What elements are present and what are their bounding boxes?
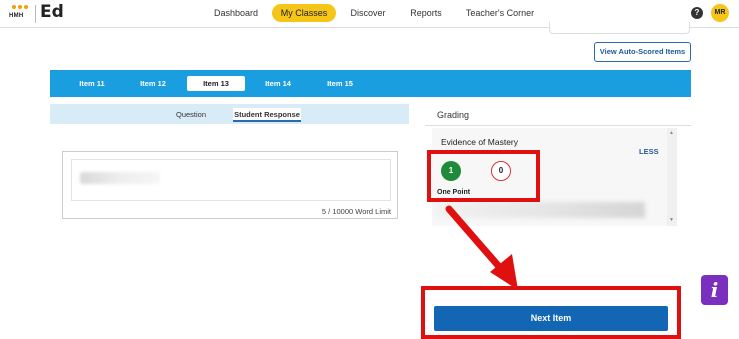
annotation-arrow-icon bbox=[445, 205, 518, 290]
